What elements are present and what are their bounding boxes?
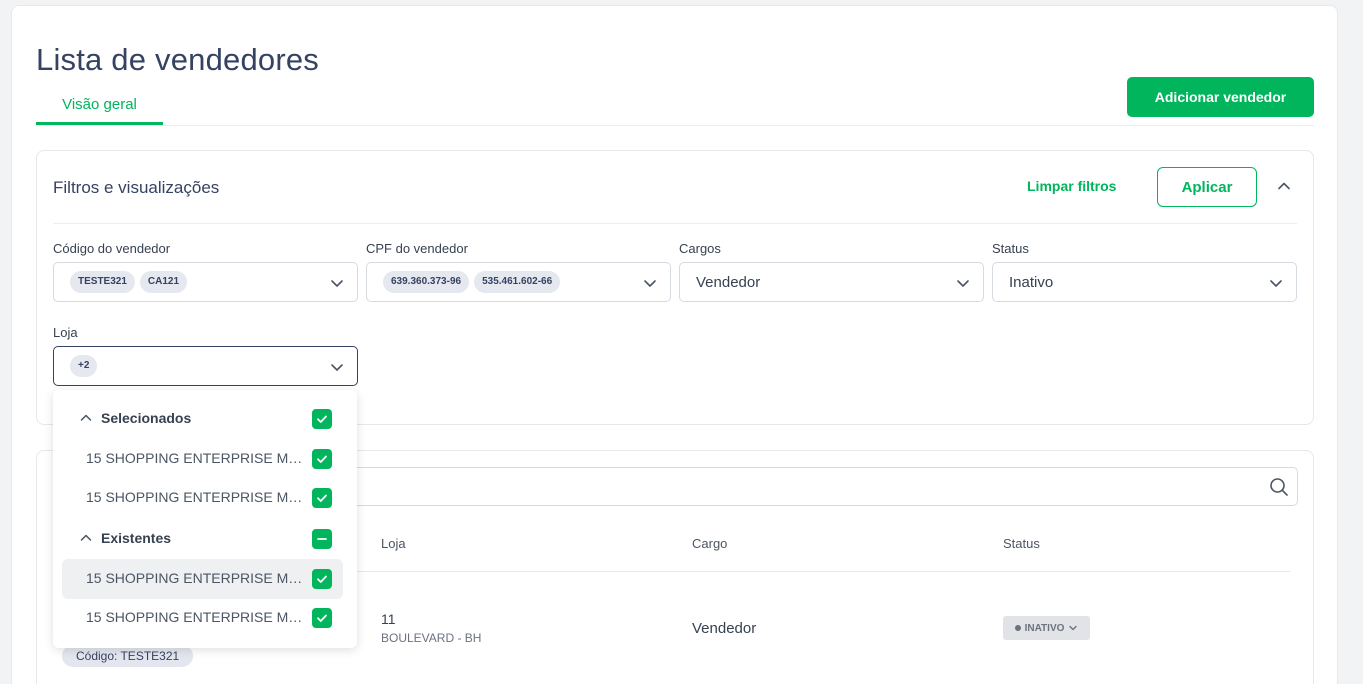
row-loja-name: BOULEVARD - BH	[381, 631, 482, 645]
cargos-value: Vendedor	[696, 274, 761, 291]
group-selected-checkbox[interactable]	[312, 409, 332, 429]
clear-filters-button[interactable]: Limpar filtros	[1027, 178, 1116, 194]
codigo-label: Código do vendedor	[53, 241, 171, 256]
dropdown-item-label: 15 SHOPPING ENTERPRISE MORUMBI	[86, 570, 306, 586]
codigo-chip: CA121	[139, 271, 188, 293]
cpf-label: CPF do vendedor	[366, 241, 468, 256]
check-icon	[317, 455, 327, 463]
dropdown-item[interactable]: 15 SHOPPING ENTERPRISE MORUMBI	[62, 598, 343, 638]
status-dot	[1014, 625, 1021, 631]
item-checkbox[interactable]	[312, 569, 332, 589]
add-seller-button[interactable]: Adicionar vendedor	[1127, 77, 1314, 117]
check-icon	[317, 575, 327, 583]
search-input[interactable]	[277, 467, 1298, 506]
dropdown-item[interactable]: 15 SHOPPING ENTERPRISE MORUMBI	[62, 559, 343, 599]
item-checkbox[interactable]	[312, 449, 332, 469]
check-icon	[317, 614, 327, 622]
check-icon	[317, 494, 327, 502]
dropdown-item[interactable]: 15 SHOPPING ENTERPRISE MORUMBI	[62, 439, 343, 479]
chevron-up-icon	[80, 534, 92, 541]
cpf-select[interactable]: 639.360.373-96 535.461.602-66	[366, 262, 671, 302]
filters-title: Filtros e visualizações	[53, 178, 220, 197]
group-existing[interactable]: Existentes	[79, 530, 171, 546]
minus-icon	[317, 538, 327, 540]
search-icon[interactable]	[1269, 477, 1289, 497]
chevron-up-icon	[80, 414, 92, 421]
status-select[interactable]: Inativo	[992, 262, 1297, 302]
chevron-down-icon	[1069, 625, 1078, 631]
apply-filters-button[interactable]: Aplicar	[1157, 167, 1257, 207]
cargos-select[interactable]: Vendedor	[679, 262, 984, 302]
dropdown-item-label: 15 SHOPPING ENTERPRISE MORUMBI	[86, 489, 306, 505]
group-selected-label: Selecionados	[101, 410, 192, 426]
chevron-down-icon	[331, 280, 343, 287]
group-existing-label: Existentes	[101, 530, 172, 546]
status-badge[interactable]: INATIVO	[1003, 616, 1090, 640]
header-cargo: Cargo	[692, 536, 728, 551]
item-checkbox[interactable]	[312, 488, 332, 508]
chevron-down-icon	[331, 364, 343, 371]
row-loja-number: 11	[381, 611, 396, 627]
header-loja: Loja	[381, 536, 406, 551]
tab-divider	[36, 125, 1314, 126]
filters-panel: Filtros e visualizações Limpar filtros A…	[36, 150, 1314, 425]
loja-dropdown: Selecionados 15 SHOPPING ENTERPRISE MORU…	[53, 390, 357, 648]
loja-label: Loja	[53, 325, 78, 340]
group-selected[interactable]: Selecionados	[79, 410, 191, 426]
seller-code-badge: Código: TESTE321	[62, 645, 194, 667]
status-text: INATIVO	[1024, 622, 1065, 634]
cpf-chip: 535.461.602-66	[474, 271, 561, 293]
check-icon	[317, 415, 327, 423]
dropdown-item-label: 15 SHOPPING ENTERPRISE MORUMBI	[86, 609, 306, 625]
loja-select[interactable]: +2	[53, 346, 358, 386]
page-title: Lista de vendedores	[36, 42, 319, 77]
codigo-select[interactable]: TESTE321 CA121	[53, 262, 358, 302]
chevron-down-icon	[957, 280, 969, 287]
group-existing-checkbox[interactable]	[312, 529, 332, 549]
row-cargo: Vendedor	[692, 620, 757, 637]
codigo-chip: TESTE321	[70, 271, 135, 293]
loja-chip: +2	[70, 355, 98, 377]
item-checkbox[interactable]	[312, 608, 332, 628]
cargos-label: Cargos	[679, 241, 721, 256]
cpf-chip: 639.360.373-96	[383, 271, 470, 293]
filters-divider	[53, 223, 1297, 224]
status-value: Inativo	[1009, 274, 1054, 291]
chevron-down-icon	[644, 280, 656, 287]
chevron-up-icon[interactable]	[1276, 178, 1292, 194]
tab-overview[interactable]: Visão geral	[36, 96, 163, 125]
chevron-down-icon	[1270, 280, 1282, 287]
dropdown-item[interactable]: 15 SHOPPING ENTERPRISE MORUMBI	[62, 478, 343, 518]
dropdown-item-label: 15 SHOPPING ENTERPRISE MORUMBI	[86, 450, 306, 466]
header-status: Status	[1003, 536, 1040, 551]
status-label: Status	[992, 241, 1029, 256]
